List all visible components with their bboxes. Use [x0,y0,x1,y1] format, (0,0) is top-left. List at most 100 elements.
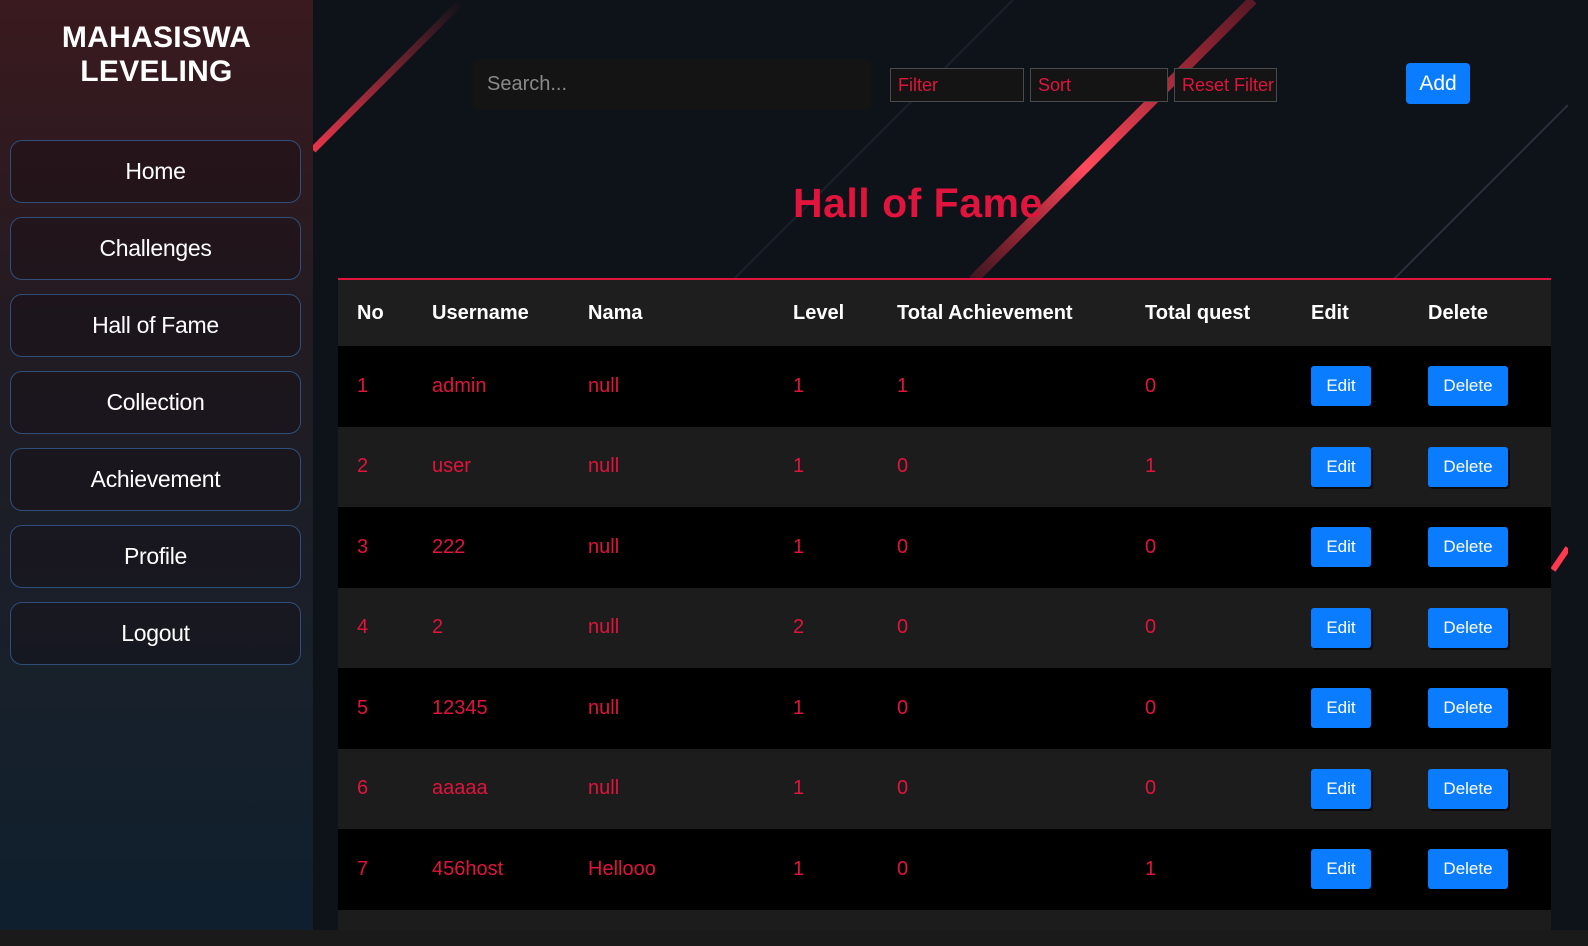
cell-edit: Edit [1292,668,1409,749]
header-no: No [338,280,413,346]
nav-logout[interactable]: Logout [10,602,301,665]
cell-achievement: 0 [878,426,1126,507]
filter-button[interactable]: Filter [890,68,1024,102]
nav-profile[interactable]: Profile [10,525,301,588]
bottom-bar [0,930,1588,946]
cell-quest: 0 [1126,748,1292,829]
cell-nama: Hellooo [569,829,774,910]
edit-button[interactable]: Edit [1311,607,1371,648]
header-nama: Nama [569,280,774,346]
sidebar-nav: Home Challenges Hall of Fame Collection … [10,140,301,679]
cell-nama: null [569,426,774,507]
table-row: 1 admin null 1 1 0 Edit Delete [338,346,1551,427]
header-total-achievement: Total Achievement [878,280,1126,346]
cell-nama: null [569,668,774,749]
cell-quest: 1 [1126,829,1292,910]
cell-delete: Delete [1409,748,1551,829]
nav-hall-of-fame[interactable]: Hall of Fame [10,294,301,357]
cell-delete: Delete [1409,426,1551,507]
add-button[interactable]: Add [1406,63,1470,104]
reset-filter-button[interactable]: Reset Filter [1174,68,1277,102]
cell-nama: null [569,748,774,829]
cell-achievement: 0 [878,507,1126,588]
header-edit: Edit [1292,280,1409,346]
delete-button[interactable]: Delete [1428,768,1508,809]
sort-button[interactable]: Sort [1030,68,1168,102]
header-total-quest: Total quest [1126,280,1292,346]
cell-level: 1 [774,426,878,507]
cell-level: 1 [774,507,878,588]
main-content: Filter Sort Reset Filter Add Hall of Fam… [313,0,1568,930]
cell-nama: null [569,587,774,668]
cell-achievement: 1 [878,346,1126,427]
table-header-row: No Username Nama Level Total Achievement… [338,280,1551,346]
cell-edit: Edit [1292,426,1409,507]
nav-home[interactable]: Home [10,140,301,203]
delete-button[interactable]: Delete [1428,366,1508,407]
header-level: Level [774,280,878,346]
sidebar: MAHASISWA LEVELING Home Challenges Hall … [0,0,313,930]
table-row: 3 222 null 1 0 0 Edit Delete [338,507,1551,588]
cell-delete: Delete [1409,829,1551,910]
cell-edit: Edit [1292,346,1409,427]
cell-no: 2 [338,426,413,507]
edit-button[interactable]: Edit [1311,768,1371,809]
cell-no: 6 [338,748,413,829]
table-row: 5 12345 null 1 0 0 Edit Delete [338,668,1551,749]
search-input[interactable] [473,59,871,110]
cell-quest: 0 [1126,507,1292,588]
edit-button[interactable]: Edit [1311,849,1371,890]
app-brand: MAHASISWA LEVELING [0,0,313,89]
cell-edit: Edit [1292,829,1409,910]
table-row: 2 user null 1 0 1 Edit Delete [338,426,1551,507]
cell-edit: Edit [1292,748,1409,829]
page-title: Hall of Fame [793,180,1043,226]
cell-nama: null [569,507,774,588]
nav-achievement[interactable]: Achievement [10,448,301,511]
edit-button[interactable]: Edit [1311,688,1371,729]
table-row: 4 2 null 2 0 0 Edit Delete [338,587,1551,668]
table-row: 6 aaaaa null 1 0 0 Edit Delete [338,748,1551,829]
cell-level: 2 [774,587,878,668]
right-gutter [1568,0,1588,930]
cell-quest: 0 [1126,587,1292,668]
cell-username: admin [413,346,569,427]
brand-line-1: MAHASISWA [61,21,252,54]
cell-level: 1 [774,748,878,829]
cell-delete: Delete [1409,668,1551,749]
cell-username: 2 [413,587,569,668]
header-delete: Delete [1409,280,1551,346]
cell-no: 3 [338,507,413,588]
cell-no: 7 [338,829,413,910]
cell-no: 4 [338,587,413,668]
edit-button[interactable]: Edit [1311,446,1371,487]
cell-username: 12345 [413,668,569,749]
cell-quest: 1 [1126,426,1292,507]
cell-nama: null [569,346,774,427]
nav-challenges[interactable]: Challenges [10,217,301,280]
edit-button[interactable]: Edit [1311,527,1371,568]
delete-button[interactable]: Delete [1428,688,1508,729]
nav-collection[interactable]: Collection [10,371,301,434]
edit-button[interactable]: Edit [1311,366,1371,407]
cell-achievement: 0 [878,748,1126,829]
cell-level: 1 [774,346,878,427]
brand-line-2: LEVELING [80,55,233,88]
hall-of-fame-table: No Username Nama Level Total Achievement… [338,278,1551,930]
cell-achievement: 0 [878,668,1126,749]
cell-edit: Edit [1292,507,1409,588]
delete-button[interactable]: Delete [1428,446,1508,487]
table-row: 7 456host Hellooo 1 0 1 Edit Delete [338,829,1551,910]
table-row-partial [338,909,1551,930]
cell-username: user [413,426,569,507]
delete-button[interactable]: Delete [1428,849,1508,890]
delete-button[interactable]: Delete [1428,607,1508,648]
cell-no: 1 [338,346,413,427]
header-username: Username [413,280,569,346]
delete-button[interactable]: Delete [1428,527,1508,568]
cell-username: 222 [413,507,569,588]
cell-achievement: 0 [878,829,1126,910]
cell-edit: Edit [1292,587,1409,668]
cell-username: 456host [413,829,569,910]
cell-quest: 0 [1126,346,1292,427]
